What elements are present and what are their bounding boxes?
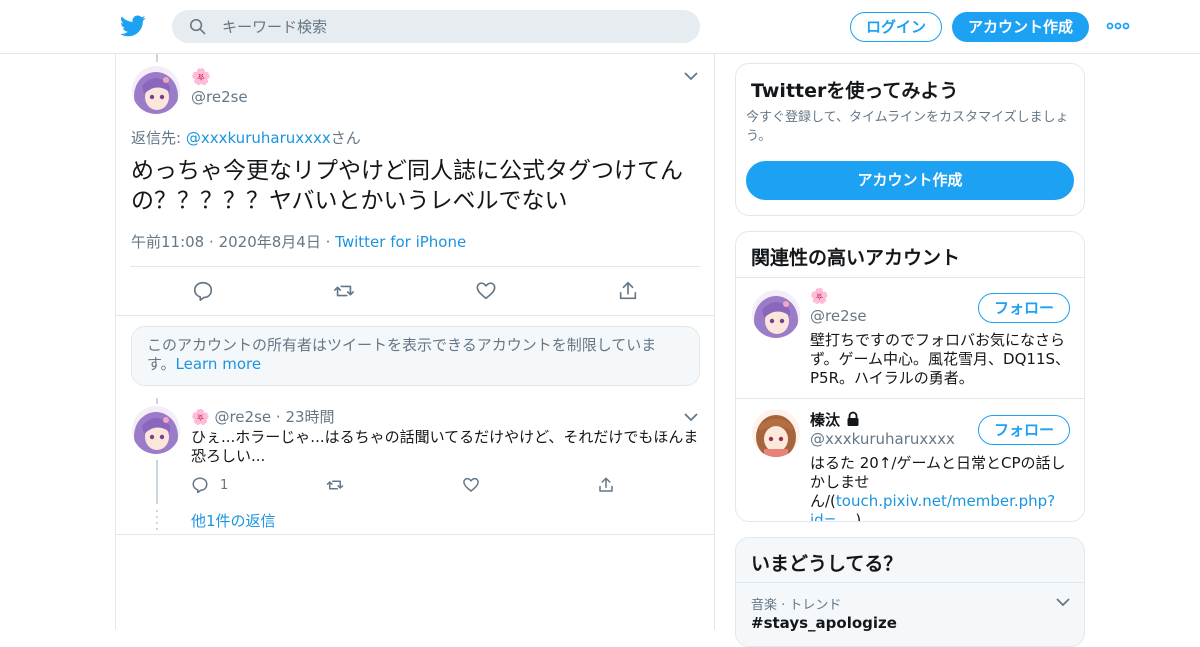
twitter-bird-icon[interactable] [120, 13, 146, 39]
reply-icon[interactable] [191, 476, 209, 494]
divider [130, 266, 700, 267]
divider [736, 398, 1084, 399]
account-bio-link[interactable]: touch.pixiv.net/member.php?id=... [810, 492, 1055, 521]
account-name-text[interactable]: 榛汰 [810, 411, 840, 429]
thread-line [156, 398, 158, 404]
divider [736, 582, 1084, 583]
reply-icon[interactable] [192, 280, 214, 302]
signup-card-title: Twitterを使ってみよう [751, 80, 959, 102]
thread-line [156, 460, 158, 504]
reply-time[interactable]: 23時間 [285, 408, 334, 426]
share-icon[interactable] [597, 476, 615, 494]
reply-header: 🌸 @re2se · 23時間 [191, 408, 335, 426]
replying-to-link[interactable]: @xxxkuruharuxxxx [186, 129, 331, 147]
retweet-icon[interactable] [326, 476, 344, 494]
protected-account-notice: このアカウントの所有者はツイートを表示できるアカウントを制限しています。Lear… [131, 326, 700, 386]
more-replies-link[interactable]: 他1件の返信 [191, 510, 276, 531]
divider [116, 534, 714, 535]
divider [736, 277, 1084, 278]
tweet-date[interactable]: 2020年8月4日 [219, 233, 321, 251]
login-button[interactable]: ログイン [850, 12, 942, 42]
trends-title: いまどうしてる？ [751, 553, 903, 575]
retweet-icon[interactable] [333, 280, 355, 302]
replying-suffix: さん [330, 129, 361, 147]
like-icon[interactable] [475, 280, 497, 302]
follow-button[interactable]: フォロー [978, 415, 1070, 445]
tweet-text: めっちゃ今更なリプやけど同人誌に公式タグつけてんの？？？？？ヤバいとかいうレベル… [131, 158, 683, 214]
account-name[interactable]: 🌸 [810, 287, 829, 305]
follow-button[interactable]: フォロー [978, 293, 1070, 323]
share-icon[interactable] [617, 280, 639, 302]
avatar[interactable] [132, 66, 180, 114]
display-name[interactable]: 🌸 [191, 68, 211, 86]
trend-name[interactable]: #stays_apologize [751, 614, 897, 632]
tweet-source[interactable]: Twitter for iPhone [335, 233, 466, 251]
reply-display-name[interactable]: 🌸 [191, 408, 210, 426]
learn-more-link[interactable]: Learn more [176, 355, 262, 373]
tweet-detail-column: 🌸 @re2se 返信先: @xxxkuruharuxxxxさん めっちゃ今更な… [115, 54, 715, 630]
trends-card: いまどうしてる？ 音楽 · トレンド #stays_apologize [735, 537, 1085, 647]
account-bio: 壁打ちですのでフォロバお気になさらず。ゲーム中心。風花雪月、DQ11S、P5R。… [810, 331, 1071, 387]
account-bio-end: ) [850, 511, 862, 522]
thread-dots [156, 510, 158, 530]
avatar[interactable] [132, 406, 180, 454]
account-name[interactable]: 榛汰 [810, 409, 861, 430]
lock-icon [847, 411, 859, 426]
reply-count: 1 [220, 478, 229, 493]
signup-card-button[interactable]: アカウント作成 [746, 161, 1074, 200]
avatar[interactable] [752, 290, 800, 338]
replying-prefix: 返信先: [131, 129, 186, 147]
account-bio: はるた 20↑/ゲームと日常とCPの話しかしません/(touch.pixiv.n… [810, 454, 1072, 522]
search-icon [189, 18, 206, 35]
tweet-time[interactable]: 午前11:08 [131, 233, 204, 251]
thread-line [156, 54, 158, 62]
related-accounts-title: 関連性の高いアカウント [751, 247, 961, 269]
signup-button[interactable]: アカウント作成 [952, 12, 1089, 42]
top-navigation-bar: ログイン アカウント作成 [0, 0, 1200, 54]
divider [116, 315, 714, 316]
related-accounts-card: 関連性の高いアカウント 🌸 @re2se フォロー 壁打ちですのでフォロバお気に… [735, 231, 1085, 522]
chevron-down-icon[interactable] [1056, 597, 1070, 607]
account-handle[interactable]: @re2se [810, 307, 867, 325]
search-box[interactable] [172, 10, 700, 43]
trend-category: 音楽 · トレンド [751, 598, 842, 613]
signup-card: Twitterを使ってみよう 今すぐ登録して、タイムラインをカスタマイズしましょ… [735, 63, 1085, 216]
like-icon[interactable] [462, 476, 480, 494]
chevron-down-icon[interactable] [684, 412, 698, 422]
avatar[interactable] [752, 409, 800, 457]
reply-text: ひぇ...ホラーじゃ...はるちゃの話聞いてるだけやけど、それだけでもほんま恐ろ… [191, 428, 699, 465]
reply-handle[interactable]: @re2se [214, 408, 271, 426]
search-input[interactable] [222, 10, 682, 43]
chevron-down-icon[interactable] [684, 71, 698, 81]
user-handle[interactable]: @re2se [191, 88, 248, 106]
signup-card-subtitle: 今すぐ登録して、タイムラインをカスタマイズしましょう。 [746, 110, 1069, 144]
more-options-icon[interactable] [1106, 18, 1130, 34]
account-handle[interactable]: @xxxkuruharuxxxx [810, 430, 955, 448]
replying-to: 返信先: @xxxkuruharuxxxxさん [131, 127, 361, 148]
tweet-metadata: 午前11:08 · 2020年8月4日 · Twitter for iPhone [131, 233, 467, 251]
